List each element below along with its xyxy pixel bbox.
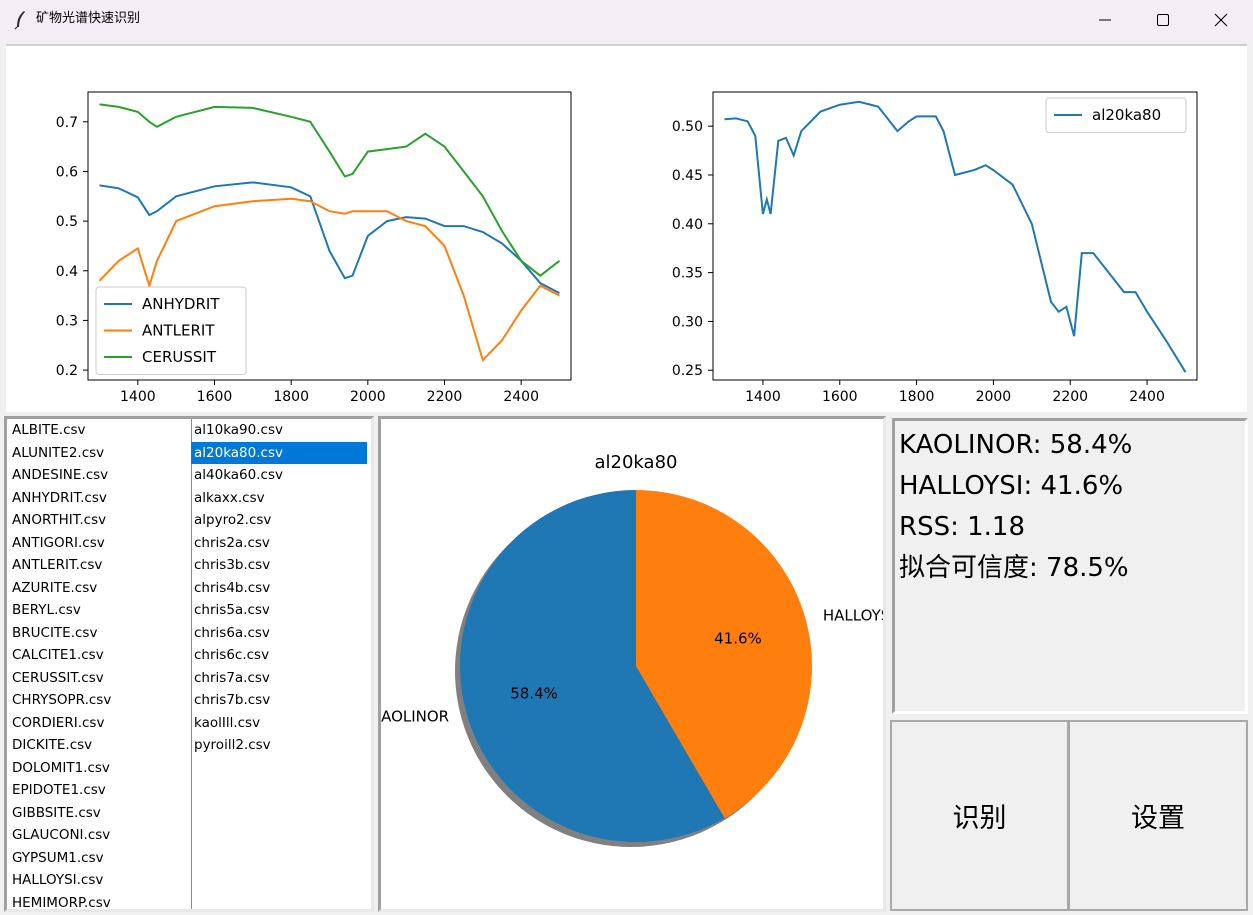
list-item[interactable]: al20ka80.csv (191, 441, 367, 464)
list-item[interactable]: HEMIMORP.csv (9, 892, 189, 910)
left-ytick-label: 0.2 (56, 363, 78, 379)
right-plot: 1400 1600 1800 2000 2200 2400 0.25 0.30 0.35 0.40… (672, 91, 1198, 405)
right-axes-frame (712, 91, 1198, 381)
left-legend: ANHYDRIT ANTLERIT CERUSSIT (95, 286, 247, 375)
list-item[interactable]: GIBBSITE.csv (9, 802, 189, 825)
left-xtick-label: 1800 (273, 389, 309, 405)
close-button[interactable] (1192, 0, 1250, 40)
list-item[interactable]: AZURITE.csv (9, 577, 189, 600)
right-legend-label: al20ka80 (1092, 106, 1161, 124)
right-ytick-label: 0.25 (672, 363, 703, 379)
list-item[interactable]: HALLOYSI.csv (9, 869, 189, 892)
left-xtick-label: 2200 (427, 389, 463, 405)
right-xtick-label: 1600 (822, 389, 858, 405)
list-item[interactable]: DOLOMIT1.csv (9, 757, 189, 780)
list-item[interactable]: GYPSUM1.csv (9, 847, 189, 870)
feather-icon (14, 11, 25, 30)
right-ytick-label: 0.35 (672, 266, 703, 282)
list-item[interactable]: chris7a.csv (191, 667, 367, 690)
right-series-line (724, 100, 1187, 373)
list-item[interactable]: EPIDOTE1.csv (9, 779, 189, 802)
file-list-box[interactable]: ALBITE.csv ALUNITE2.csv ANDESINE.csv ANHYDR… (4, 416, 374, 912)
results-panel: KAOLINOR: 58.4% HALLOYSI: 41.6% RSS: 1.1… (892, 418, 1248, 714)
right-xtick-label: 2400 (1129, 389, 1165, 405)
list-item[interactable]: ANHYDRIT.csv (9, 487, 189, 510)
list-item[interactable]: chris3b.csv (191, 554, 367, 577)
pie-pct-label: 58.4% (510, 685, 558, 703)
left-ytick-label: 0.7 (56, 115, 78, 131)
left-legend-label: CERUSSIT (142, 348, 217, 366)
maximize-icon (1157, 14, 1169, 26)
list-item[interactable]: BERYL.csv (9, 599, 189, 622)
settings-button[interactable]: 设置 (1068, 720, 1248, 911)
list-item[interactable]: alpyro2.csv (191, 509, 367, 532)
list-item[interactable]: al40ka60.csv (191, 464, 367, 487)
list-item[interactable]: ANORTHIT.csv (9, 509, 189, 532)
title-bar[interactable]: 矿物光谱快速识别 (0, 0, 1253, 40)
left-xtick-label: 2000 (350, 389, 386, 405)
pie-category-label: HALLOYSI (823, 607, 883, 625)
list-item[interactable]: CALCITE1.csv (9, 644, 189, 667)
left-xtick-label: 1400 (120, 389, 156, 405)
pie-chart-canvas: al20ka80 58.4% KAOLINOR 41.6% HALLOYSI (381, 452, 883, 847)
list-item[interactable]: al10ka90.csv (191, 419, 367, 442)
list-item[interactable]: CHRYSOPR.csv (9, 689, 189, 712)
result-rss: RSS: 1.18 (899, 512, 1025, 542)
minimize-icon (1099, 19, 1111, 21)
list-item[interactable]: ANTIGORI.csv (9, 532, 189, 555)
left-xtick-label: 2400 (503, 389, 539, 405)
pie-title: al20ka80 (595, 452, 678, 473)
left-ytick-label: 0.3 (56, 313, 78, 329)
result-mineral-2: HALLOYSI: 41.6% (899, 471, 1124, 501)
right-xtick-label: 2200 (1052, 389, 1088, 405)
right-ytick-label: 0.30 (672, 314, 703, 330)
right-xtick-label: 1400 (745, 389, 781, 405)
window-title: 矿物光谱快速识别 (36, 11, 141, 26)
right-ytick-label: 0.40 (672, 217, 703, 233)
left-ytick-label: 0.6 (56, 164, 78, 180)
pie-category-label: KAOLINOR (381, 707, 449, 725)
left-legend-label: ANTLERIT (142, 322, 215, 340)
right-ytick-label: 0.50 (672, 119, 703, 135)
list-item[interactable]: pyroill2.csv (191, 734, 367, 757)
pie-chart-panel: al20ka80 58.4% KAOLINOR 41.6% HALLOYSI (378, 416, 886, 912)
file-list-column-1[interactable]: ALBITE.csv ALUNITE2.csv ANDESINE.csv ANHYDR… (9, 419, 189, 909)
left-plot: 1400 1600 1800 2000 2200 2400 0.2 0.3 0.4 0.5 0.6 0… (56, 91, 572, 405)
list-item[interactable]: chris5a.csv (191, 599, 367, 622)
list-item[interactable]: chris6c.csv (191, 644, 367, 667)
identify-button[interactable]: 识别 (890, 720, 1069, 911)
pie-pct-label: 41.6% (714, 629, 762, 647)
list-item[interactable]: chris7b.csv (191, 689, 367, 712)
right-xtick-label: 2000 (976, 389, 1012, 405)
list-item[interactable]: GLAUCONI.csv (9, 824, 189, 847)
spectra-plot-panel: 1400 1600 1800 2000 2200 2400 0.2 0.3 0.4 0.5 0.6 0… (6, 44, 1247, 412)
list-item[interactable]: alkaxx.csv (191, 487, 367, 510)
left-legend-label: ANHYDRIT (142, 295, 220, 313)
maximize-button[interactable] (1134, 0, 1192, 40)
list-item[interactable]: ALUNITE2.csv (9, 442, 189, 465)
list-item[interactable]: CORDIERI.csv (9, 712, 189, 735)
list-item[interactable]: chris4b.csv (191, 577, 367, 600)
right-legend: al20ka80 (1045, 97, 1187, 133)
list-item[interactable]: BRUCITE.csv (9, 622, 189, 645)
list-item[interactable]: ANTLERIT.csv (9, 554, 189, 577)
list-item[interactable]: DICKITE.csv (9, 734, 189, 757)
result-mineral-1: KAOLINOR: 58.4% (899, 430, 1133, 460)
list-item[interactable]: CERUSSIT.csv (9, 667, 189, 690)
close-icon (1214, 13, 1228, 27)
list-item[interactable]: kaolIll.csv (191, 712, 367, 735)
list-item[interactable]: ALBITE.csv (9, 419, 189, 442)
file-list-column-2[interactable]: al10ka90.csv al20ka80.csv al40ka60.csv alka… (191, 419, 367, 909)
left-xtick-label: 1600 (197, 389, 233, 405)
list-item[interactable]: chris2a.csv (191, 532, 367, 555)
result-confidence: 拟合可信度: 78.5% (899, 553, 1129, 583)
list-item[interactable]: ANDESINE.csv (9, 464, 189, 487)
right-ytick-label: 0.45 (672, 168, 703, 184)
list-item[interactable]: chris6a.csv (191, 622, 367, 645)
left-ytick-label: 0.5 (56, 214, 78, 230)
right-xtick-label: 1800 (899, 389, 935, 405)
spectra-plots-canvas: 1400 1600 1800 2000 2200 2400 0.2 0.3 0.4 0.5 0.6 0… (56, 91, 1198, 405)
left-ytick-label: 0.4 (56, 264, 78, 280)
minimize-button[interactable] (1076, 0, 1134, 40)
